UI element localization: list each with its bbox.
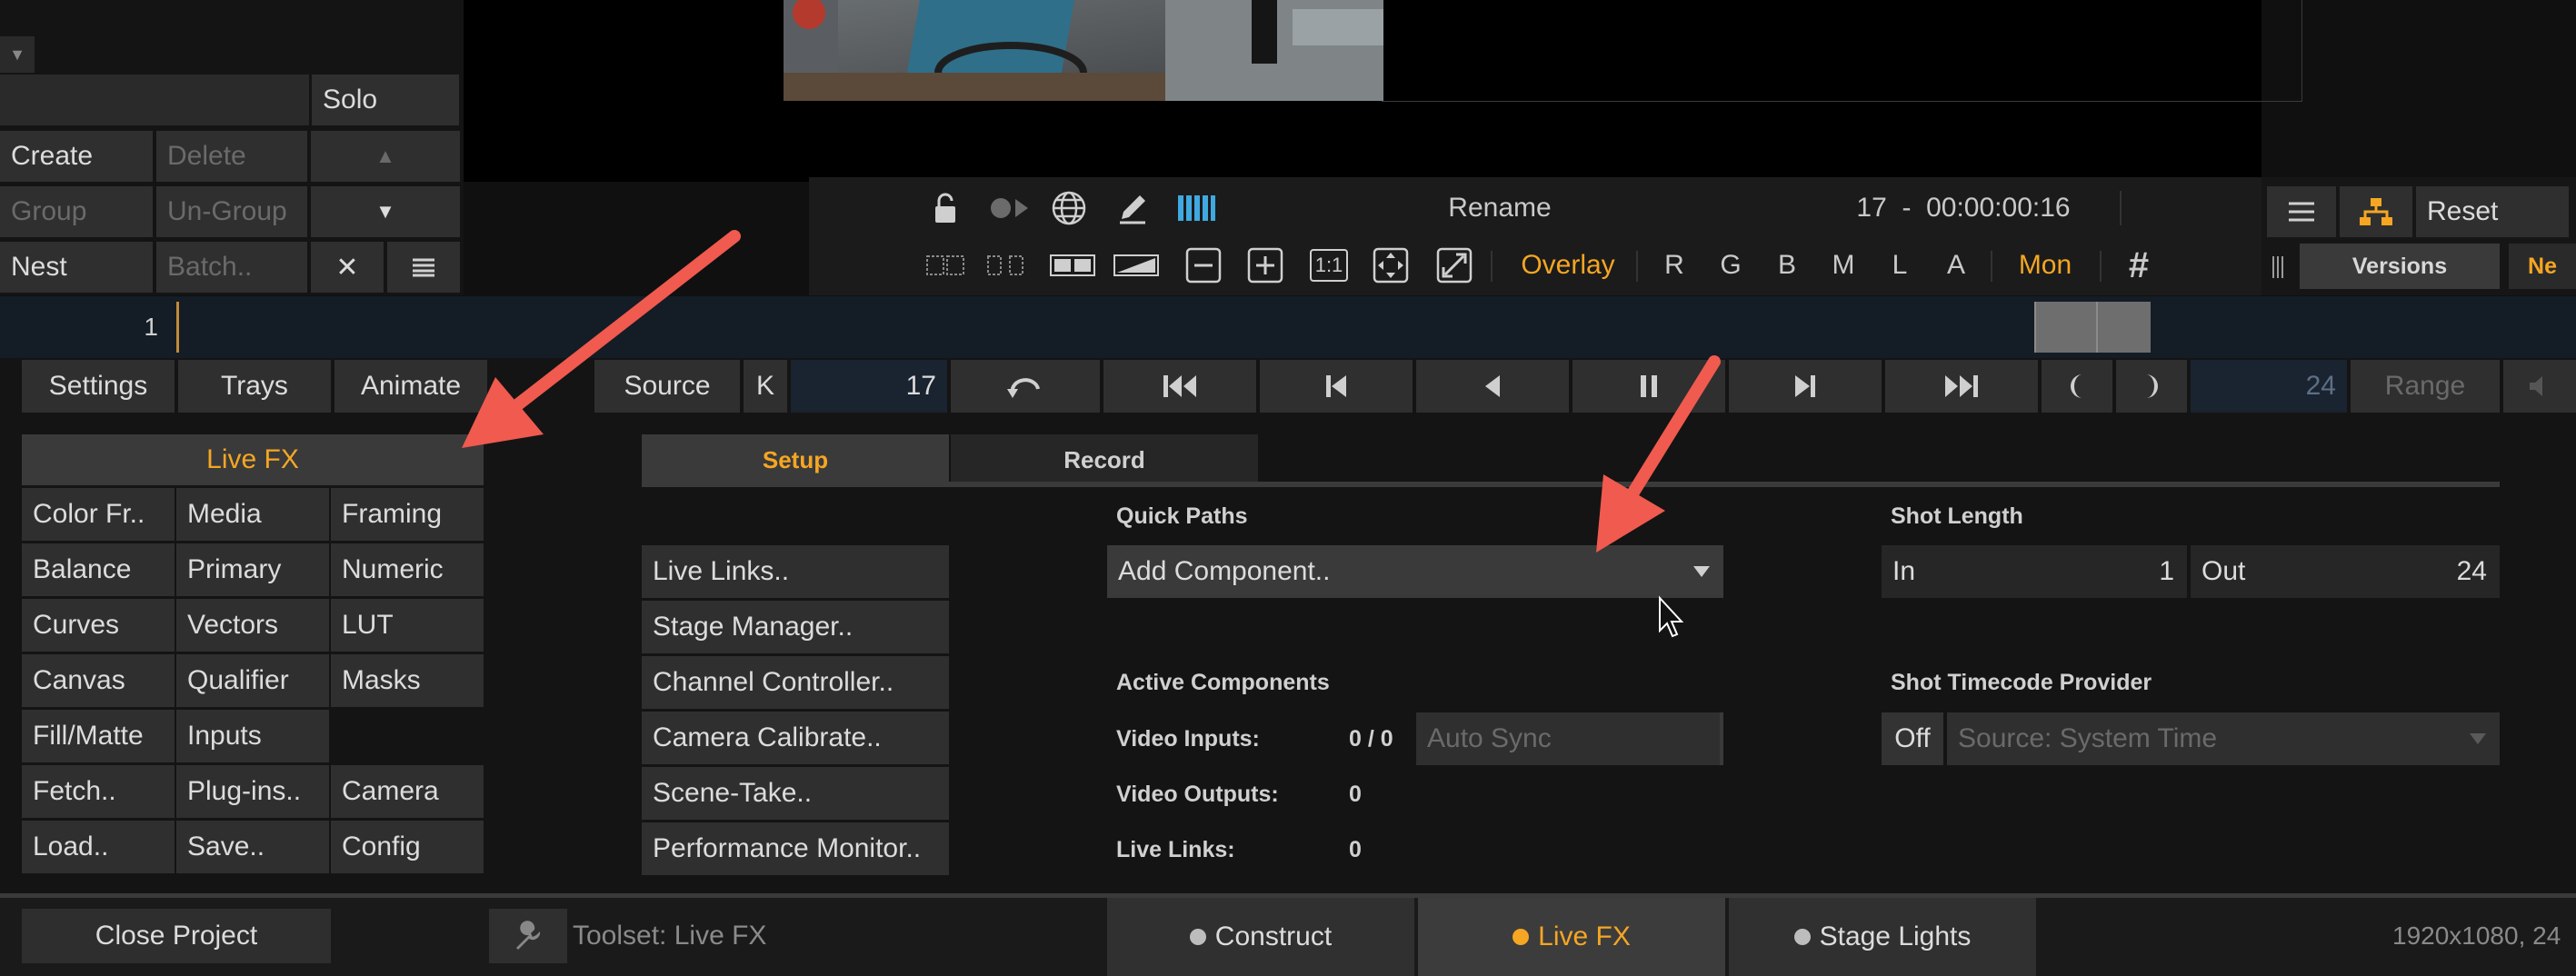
annotation-arrows — [462, 230, 1721, 638]
annotation-arrow-left — [462, 230, 741, 448]
mouse-cursor-icon — [1659, 595, 1684, 638]
annotation-arrow-right — [1596, 355, 1721, 553]
